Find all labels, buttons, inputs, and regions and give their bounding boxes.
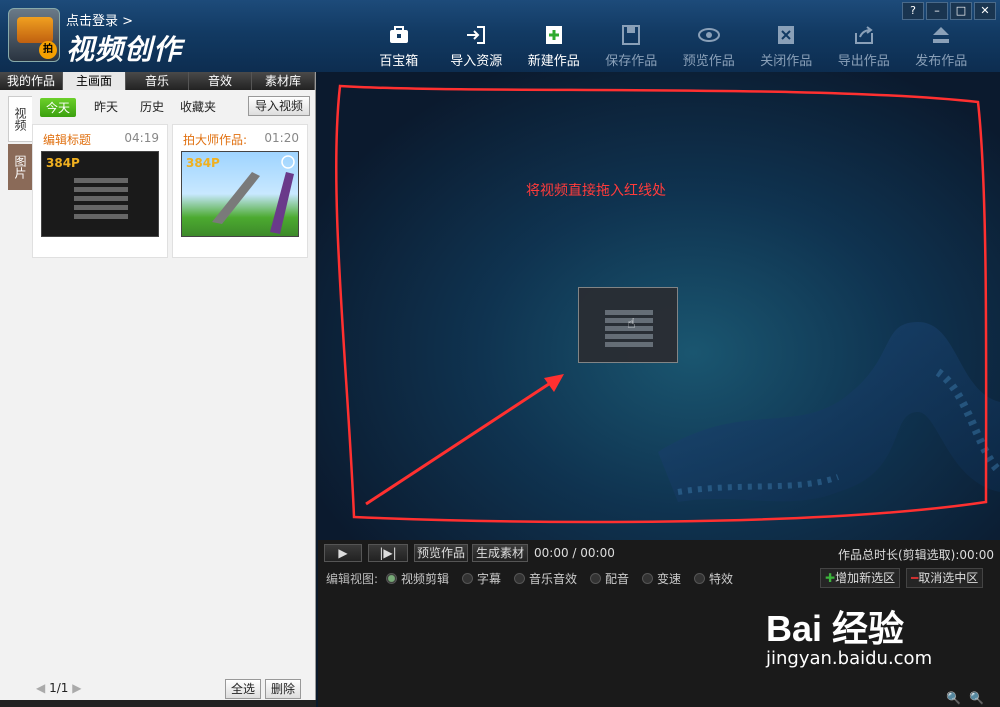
filter-favorites[interactable]: 收藏夹 <box>180 98 216 115</box>
logo-badge: 拍 <box>39 41 57 59</box>
taskbar-strip <box>0 700 316 707</box>
view-music-sfx[interactable]: 音乐音效 <box>514 570 577 587</box>
clip-card[interactable]: 编辑标题 04:19 384P <box>32 124 168 258</box>
prev-page-icon[interactable]: ◀ <box>36 681 45 695</box>
drop-hint-text: 将视频直接拖入红线处 <box>526 183 666 199</box>
side-tabs: 视频 图片 <box>8 96 32 190</box>
filter-history[interactable]: 历史 <box>140 98 164 115</box>
view-speed[interactable]: 变速 <box>642 570 681 587</box>
game-scene-image <box>212 155 295 234</box>
publish-project-button[interactable]: 发布作品 <box>903 24 981 69</box>
add-region-button[interactable]: ✚增加新选区 <box>820 568 901 588</box>
page-indicator: 1/1 <box>49 681 69 695</box>
media-panel: 我的作品 主画面 音乐 音效 素材库 视频 图片 今天 昨天 历史 收藏夹 导入… <box>0 72 316 707</box>
view-subtitles[interactable]: 字幕 <box>462 570 501 587</box>
tab-main-screen[interactable]: 主画面 <box>63 72 126 90</box>
edit-view-label: 编辑视图: <box>326 572 379 586</box>
delete-button[interactable]: 删除 <box>264 679 301 699</box>
close-project-button[interactable]: 关闭作品 <box>748 24 826 69</box>
date-filter-bar: 今天 昨天 历史 收藏夹 导入视频 <box>36 96 310 118</box>
toolbox-label: 百宝箱 <box>379 54 419 69</box>
media-tabs: 我的作品 主画面 音乐 音效 素材库 <box>0 72 315 90</box>
new-project-label: 新建作品 <box>527 54 580 69</box>
cancel-region-button[interactable]: ━取消选中区 <box>906 568 984 588</box>
login-link[interactable]: 点击登录 > <box>66 10 133 29</box>
plus-icon: ✚ <box>825 571 836 585</box>
publish-project-label: 发布作品 <box>915 54 968 69</box>
close-window-button[interactable]: ✕ <box>974 2 996 20</box>
eye-icon <box>670 24 748 46</box>
camera-icon <box>17 17 53 43</box>
publish-icon <box>903 24 981 46</box>
import-resource-label: 导入资源 <box>450 54 503 69</box>
import-icon <box>438 24 516 46</box>
toolbox-icon <box>360 24 438 46</box>
side-tab-video[interactable]: 视频 <box>8 96 32 142</box>
clip-card[interactable]: 拍大师作品: 01:20 384P <box>172 124 308 258</box>
save-project-button[interactable]: 保存作品 <box>593 24 671 69</box>
toolbox-button[interactable]: 百宝箱 <box>360 24 438 69</box>
close-project-label: 关闭作品 <box>760 54 813 69</box>
import-resource-button[interactable]: 导入资源 <box>438 24 516 69</box>
next-page-icon[interactable]: ▶ <box>72 681 81 695</box>
tab-music[interactable]: 音乐 <box>126 72 189 90</box>
step-button[interactable]: |▶| <box>368 544 408 562</box>
resolution-badge: 384P <box>46 156 80 170</box>
clip-duration: 01:20 <box>264 131 299 145</box>
generate-material-button[interactable]: 生成素材 <box>472 544 528 562</box>
preview-project-label: 预览作品 <box>682 54 735 69</box>
clip-actions: 全选 删除 <box>224 679 301 699</box>
new-project-button[interactable]: 新建作品 <box>515 24 593 69</box>
side-tab-image[interactable]: 图片 <box>8 144 32 190</box>
clip-list: 编辑标题 04:19 384P 拍大师作品: 01:20 384P <box>32 124 308 258</box>
dragged-clip-preview: ☝ <box>578 287 678 363</box>
preview-work-button[interactable]: 预览作品 <box>414 544 468 562</box>
preview-drop-area[interactable]: 将视频直接拖入红线处 ☝ <box>318 72 1000 540</box>
clip-thumbnail[interactable]: 384P <box>41 151 159 237</box>
watermark-brand: Bai 经验 <box>766 608 905 649</box>
preview-project-button[interactable]: 预览作品 <box>670 24 748 69</box>
pager: ◀ 1/1 ▶ <box>36 681 81 695</box>
zoom-controls: 🔍 🔍 <box>946 691 984 705</box>
playback-bar: ▶ |▶| 预览作品 生成素材 00:00 / 00:00 作品总时长(剪辑选取… <box>324 544 994 564</box>
baidu-watermark: Bai 经验 jingyan.baidu.com <box>766 600 932 669</box>
help-button[interactable]: ? <box>902 2 924 20</box>
tab-my-works[interactable]: 我的作品 <box>0 72 63 90</box>
save-project-label: 保存作品 <box>605 54 658 69</box>
export-project-button[interactable]: 导出作品 <box>825 24 903 69</box>
app-logo: 拍 <box>8 8 60 62</box>
select-all-button[interactable]: 全选 <box>224 679 261 699</box>
timecode: 00:00 / 00:00 <box>534 546 615 560</box>
hand-cursor-icon: ☝ <box>627 316 636 332</box>
zoom-in-icon[interactable]: 🔍 <box>969 691 984 705</box>
export-icon <box>825 24 903 46</box>
edit-view-bar: 编辑视图: 视频剪辑 字幕 音乐音效 配音 变速 特效 ✚增加新选区 ━取消选中… <box>326 568 996 588</box>
view-effects[interactable]: 特效 <box>694 570 733 587</box>
main-toolbar: 百宝箱 导入资源 新建作品 保存作品 预览作品 关闭作品 导出作品 发布作品 <box>360 24 980 69</box>
minimize-button[interactable]: – <box>926 2 948 20</box>
watermark-url: jingyan.baidu.com <box>766 648 933 669</box>
total-length: 作品总时长(剪辑选取):00:00 <box>838 548 994 562</box>
tab-sound-effects[interactable]: 音效 <box>189 72 252 90</box>
filter-yesterday[interactable]: 昨天 <box>94 98 118 115</box>
close-project-icon <box>748 24 826 46</box>
clip-thumbnail[interactable]: 384P <box>181 151 299 237</box>
view-video-edit[interactable]: 视频剪辑 <box>386 570 449 587</box>
window-controls: ? – □ ✕ <box>902 2 996 20</box>
app-title: 视频创作 <box>66 33 183 66</box>
filter-today[interactable]: 今天 <box>40 98 77 117</box>
clip-title[interactable]: 编辑标题 <box>43 131 91 148</box>
export-project-label: 导出作品 <box>837 54 890 69</box>
clip-title[interactable]: 拍大师作品: <box>183 131 247 148</box>
clip-duration: 04:19 <box>124 131 159 145</box>
play-button[interactable]: ▶ <box>324 544 362 562</box>
title-bar: 拍 点击登录 > 视频创作 ? – □ ✕ 百宝箱 导入资源 新建作品 保存作品… <box>0 0 1000 72</box>
import-video-button[interactable]: 导入视频 <box>247 96 310 116</box>
maximize-button[interactable]: □ <box>950 2 972 20</box>
zoom-out-icon[interactable]: 🔍 <box>946 691 961 705</box>
save-icon <box>593 24 671 46</box>
new-project-icon <box>515 24 593 46</box>
view-dubbing[interactable]: 配音 <box>590 570 629 587</box>
tab-material-library[interactable]: 素材库 <box>252 72 315 90</box>
